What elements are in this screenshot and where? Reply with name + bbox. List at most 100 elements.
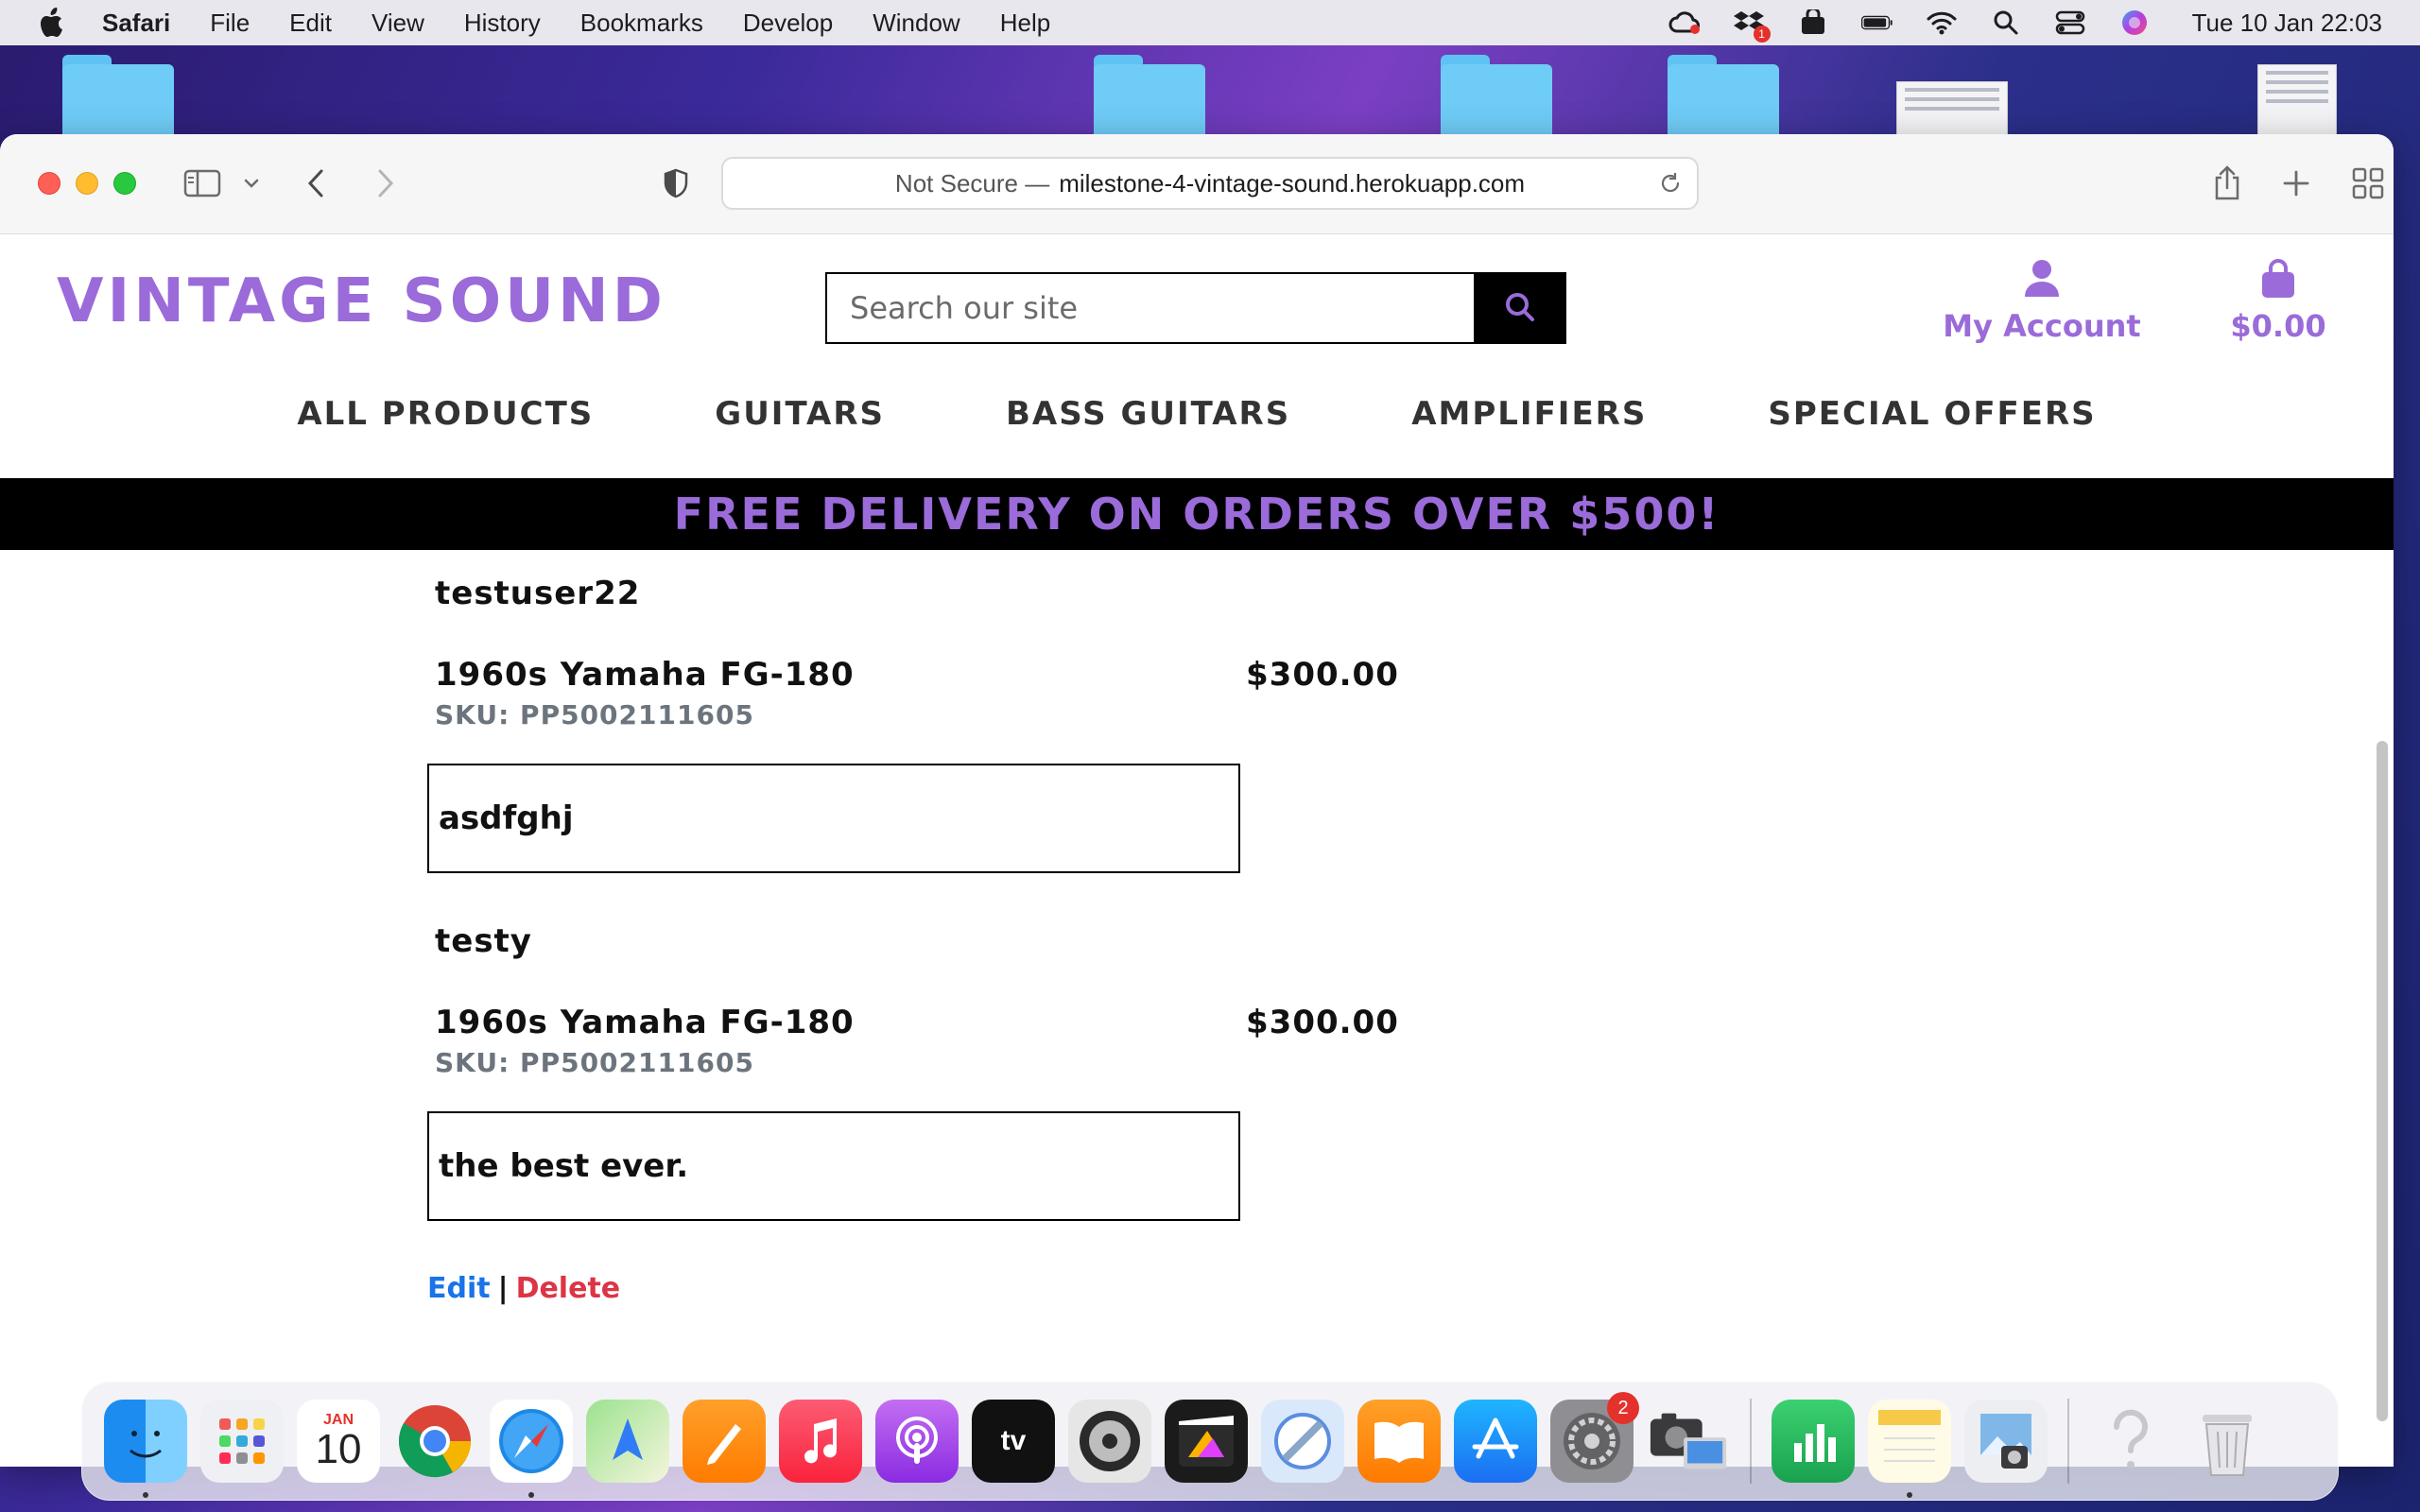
menu-history[interactable]: History — [464, 9, 541, 38]
menu-file[interactable]: File — [210, 9, 250, 38]
siri-icon[interactable] — [2118, 9, 2151, 37]
battery-icon[interactable] — [1860, 9, 1893, 37]
music-icon[interactable] — [779, 1400, 862, 1483]
desktop-file-thumbnail[interactable] — [2257, 64, 2337, 140]
desktop-folder-icon[interactable] — [1441, 55, 1552, 140]
system-preferences-icon[interactable]: 2 — [1550, 1392, 1639, 1483]
control-center-icon[interactable] — [2054, 9, 2086, 37]
screen-time-icon[interactable] — [1261, 1400, 1344, 1483]
share-icon[interactable] — [2212, 163, 2242, 204]
dock: JAN 10 tv 2 — [81, 1382, 2339, 1501]
nav-special-offers[interactable]: SPECIAL OFFERS — [1707, 376, 2156, 452]
desktop-folder-icon[interactable] — [1094, 55, 1205, 140]
shopping-bag-link[interactable]: $0.00 — [2221, 259, 2335, 344]
menu-app-safari[interactable]: Safari — [102, 9, 170, 38]
site-logo[interactable]: VINTAGE SOUND — [57, 266, 666, 336]
review-text: the best ever. — [427, 1111, 1240, 1221]
search-button[interactable] — [1474, 272, 1566, 344]
edit-review-link[interactable]: Edit — [427, 1272, 491, 1305]
my-account-link[interactable]: My Account — [1938, 259, 2146, 344]
nav-amplifiers[interactable]: AMPLIFIERS — [1351, 376, 1707, 452]
cart-total: $0.00 — [2230, 308, 2326, 344]
nav-all-products[interactable]: ALL PRODUCTS — [236, 376, 654, 452]
safari-window: Not Secure — milestone-4-vintage-sound.h… — [0, 134, 2394, 1467]
notification-badge: 1 — [1753, 26, 1771, 43]
menu-bar: Safari File Edit View History Bookmarks … — [0, 0, 2420, 45]
sidebar-toggle-icon[interactable] — [183, 163, 221, 204]
screenshot-utility-icon[interactable] — [1647, 1400, 1730, 1483]
menu-view[interactable]: View — [372, 9, 424, 38]
review-actions: Edit | Delete — [427, 1272, 620, 1305]
tab-overview-icon[interactable] — [2352, 163, 2384, 204]
main-nav: ALL PRODUCTS GUITARS BASS GUITARS AMPLIF… — [0, 376, 2394, 452]
my-account-label: My Account — [1943, 308, 2141, 344]
numbers-icon[interactable] — [1772, 1400, 1855, 1483]
menu-help[interactable]: Help — [1000, 9, 1050, 38]
close-window-button[interactable] — [38, 172, 60, 195]
apple-tv-icon[interactable]: tv — [972, 1400, 1055, 1483]
chevron-down-icon[interactable] — [242, 163, 261, 204]
action-separator: | — [497, 1272, 509, 1305]
review-product-price: $300.00 — [1246, 1004, 1399, 1041]
pages-icon[interactable] — [683, 1400, 766, 1483]
preview-icon[interactable] — [1964, 1400, 2048, 1483]
back-arrow-icon[interactable] — [304, 163, 329, 204]
url-host: milestone-4-vintage-sound.herokuapp.com — [1059, 168, 1526, 198]
vpn-icon[interactable] — [1797, 9, 1829, 37]
dropbox-icon[interactable]: 1 — [1733, 9, 1771, 43]
launchpad-icon[interactable] — [200, 1400, 284, 1483]
books-icon[interactable] — [1357, 1400, 1441, 1483]
shopping-bag-icon — [2260, 259, 2296, 302]
review-product-name[interactable]: 1960s Yamaha FG-180 — [435, 1004, 855, 1041]
review-username: testuser22 — [435, 575, 641, 612]
desktop-folder-icon[interactable] — [1668, 55, 1779, 140]
menu-window[interactable]: Window — [873, 9, 959, 38]
apple-tv-label: tv — [1000, 1425, 1027, 1456]
spotlight-search-icon[interactable] — [1990, 9, 2022, 37]
menu-edit[interactable]: Edit — [289, 9, 332, 38]
new-tab-plus-icon[interactable] — [2282, 163, 2310, 204]
review-username: testy — [435, 922, 532, 960]
review-product-sku: SKU: PP5002111605 — [435, 1047, 754, 1078]
maps-icon[interactable] — [586, 1400, 669, 1483]
logic-pro-icon[interactable] — [1068, 1400, 1151, 1483]
creative-cloud-icon[interactable] — [1668, 9, 1701, 37]
final-cut-pro-icon[interactable] — [1165, 1400, 1248, 1483]
chrome-icon[interactable] — [393, 1400, 476, 1483]
web-page: VINTAGE SOUND My Account $0.00 ALL PRODU… — [0, 234, 2394, 1467]
review-item: testuser22 1960s Yamaha FG-180 $300.00 S… — [427, 575, 1467, 873]
podcasts-icon[interactable] — [875, 1400, 959, 1483]
wifi-icon[interactable] — [1926, 9, 1958, 37]
apple-icon[interactable] — [36, 6, 70, 40]
search-form — [825, 272, 1566, 344]
menu-bookmarks[interactable]: Bookmarks — [580, 9, 703, 38]
delete-review-link[interactable]: Delete — [516, 1272, 621, 1305]
review-text: asdfghj — [427, 764, 1240, 873]
notes-icon[interactable] — [1868, 1400, 1951, 1498]
minimize-window-button[interactable] — [76, 172, 98, 195]
page-scrollbar[interactable] — [2377, 741, 2388, 1421]
review-product-name[interactable]: 1960s Yamaha FG-180 — [435, 656, 855, 694]
desktop-file-thumbnail[interactable] — [1896, 81, 2008, 138]
review-product-sku: SKU: PP5002111605 — [435, 699, 754, 730]
menu-develop[interactable]: Develop — [743, 9, 833, 38]
reload-icon[interactable] — [1657, 170, 1684, 203]
forward-arrow-icon[interactable] — [372, 163, 397, 204]
review-product-price: $300.00 — [1246, 656, 1399, 694]
review-item: testy 1960s Yamaha FG-180 $300.00 SKU: P… — [427, 922, 1467, 1221]
address-bar[interactable]: Not Secure — milestone-4-vintage-sound.h… — [721, 157, 1699, 210]
calendar-icon[interactable]: JAN 10 — [297, 1400, 380, 1483]
menu-clock[interactable]: Tue 10 Jan 22:03 — [2192, 9, 2382, 38]
finder-icon[interactable] — [104, 1400, 187, 1498]
not-secure-label: Not Secure — — [894, 168, 1050, 198]
privacy-shield-icon[interactable] — [662, 163, 690, 204]
zoom-window-button[interactable] — [113, 172, 136, 195]
app-store-icon[interactable] — [1454, 1400, 1537, 1483]
question-mark-icon[interactable] — [2089, 1400, 2172, 1483]
nav-guitars[interactable]: GUITARS — [654, 376, 945, 452]
desktop-folder-icon[interactable] — [62, 55, 174, 140]
nav-bass-guitars[interactable]: BASS GUITARS — [945, 376, 1351, 452]
safari-icon[interactable] — [490, 1400, 573, 1498]
trash-icon[interactable] — [2186, 1400, 2269, 1483]
search-input[interactable] — [825, 272, 1474, 344]
